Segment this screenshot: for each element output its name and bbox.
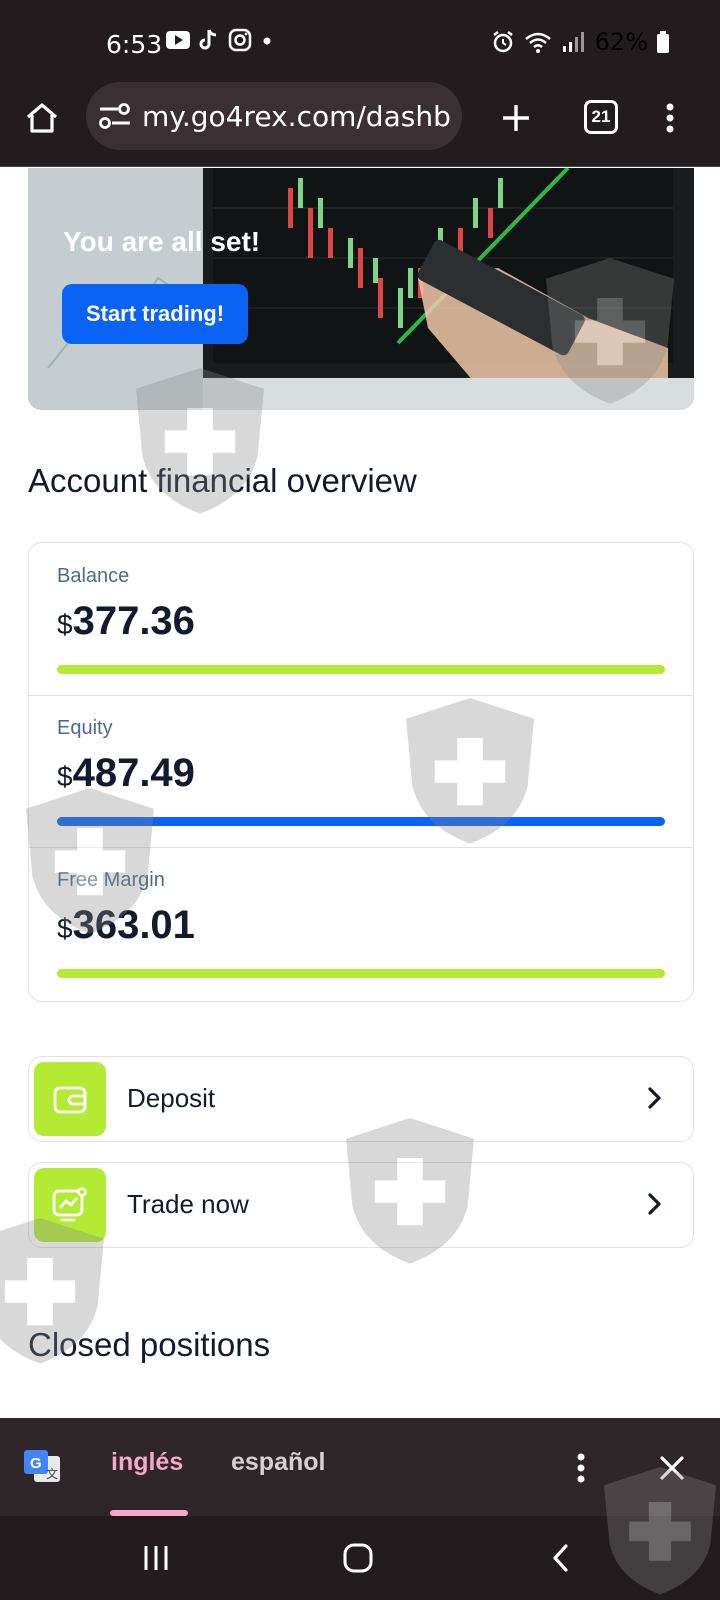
tab-source-language[interactable]: inglés <box>111 1448 183 1477</box>
system-status: 62% <box>491 28 670 56</box>
trade-now-button[interactable]: Trade now <box>28 1162 694 1248</box>
battery-icon <box>657 31 669 53</box>
tab-target-language[interactable]: español <box>231 1448 325 1477</box>
financial-overview-card: Balance $377.36 Equity $487.49 Free Marg… <box>28 542 694 1002</box>
wallet-icon <box>34 1062 106 1136</box>
alarm-icon <box>492 31 513 53</box>
equity-label: Equity <box>57 717 113 739</box>
svg-text:文: 文 <box>46 1466 58 1481</box>
equity-bar <box>57 817 665 826</box>
home-nav-icon[interactable] <box>338 1538 378 1578</box>
close-icon[interactable] <box>652 1448 692 1488</box>
battery-percent: 62% <box>594 28 648 56</box>
hero-title: You are all set! <box>63 226 261 257</box>
free-margin-label: Free Margin <box>57 869 165 891</box>
currency-symbol: $ <box>57 761 73 792</box>
free-margin-bar <box>57 969 665 978</box>
balance-amount: 377.36 <box>72 599 195 643</box>
site-settings-icon[interactable] <box>98 101 132 131</box>
recent-apps-icon[interactable] <box>136 1538 176 1578</box>
deposit-button[interactable]: Deposit <box>28 1056 694 1142</box>
google-translate-icon: G文 <box>22 1448 62 1491</box>
chevron-right-icon <box>648 1087 661 1109</box>
translate-menu-icon[interactable] <box>566 1448 596 1488</box>
notification-icons <box>166 28 274 52</box>
free-margin-value: $363.01 <box>57 903 195 948</box>
currency-symbol: $ <box>57 913 73 944</box>
equity-metric: Equity $487.49 <box>29 695 693 847</box>
home-icon[interactable] <box>20 96 64 140</box>
tab-switcher-button[interactable]: 21 <box>584 100 618 134</box>
more-menu-icon[interactable] <box>650 96 690 140</box>
signal-icon <box>562 32 584 52</box>
dot-icon <box>263 37 271 45</box>
equity-value: $487.49 <box>57 751 195 796</box>
overview-title: Account financial overview <box>28 462 417 499</box>
balance-value: $377.36 <box>57 599 195 644</box>
balance-label: Balance <box>57 565 130 587</box>
instagram-icon <box>228 28 252 52</box>
address-bar[interactable]: my.go4rex.com/dashb <box>86 82 462 150</box>
svg-text:G: G <box>30 1455 42 1472</box>
url-text: my.go4rex.com/dashb <box>142 99 451 133</box>
start-trading-button[interactable]: Start trading! <box>62 284 248 344</box>
chevron-right-icon <box>648 1193 661 1215</box>
closed-positions-title: Closed positions <box>28 1326 271 1363</box>
equity-amount: 487.49 <box>72 751 195 795</box>
chart-icon <box>34 1168 106 1242</box>
back-icon[interactable] <box>540 1538 580 1578</box>
deposit-label: Deposit <box>127 1083 216 1113</box>
new-tab-icon[interactable] <box>494 96 538 140</box>
youtube-icon <box>166 31 190 49</box>
wifi-icon <box>524 32 551 53</box>
currency-symbol: $ <box>57 609 73 640</box>
trade-now-label: Trade now <box>127 1189 249 1219</box>
balance-metric: Balance $377.36 <box>29 543 693 695</box>
translate-bar <box>0 1418 720 1516</box>
status-time: 6:53 <box>106 30 163 59</box>
balance-bar <box>57 665 665 674</box>
tiktok-icon <box>199 29 217 50</box>
free-margin-metric: Free Margin $363.01 <box>29 847 693 999</box>
free-margin-amount: 363.01 <box>72 903 195 947</box>
